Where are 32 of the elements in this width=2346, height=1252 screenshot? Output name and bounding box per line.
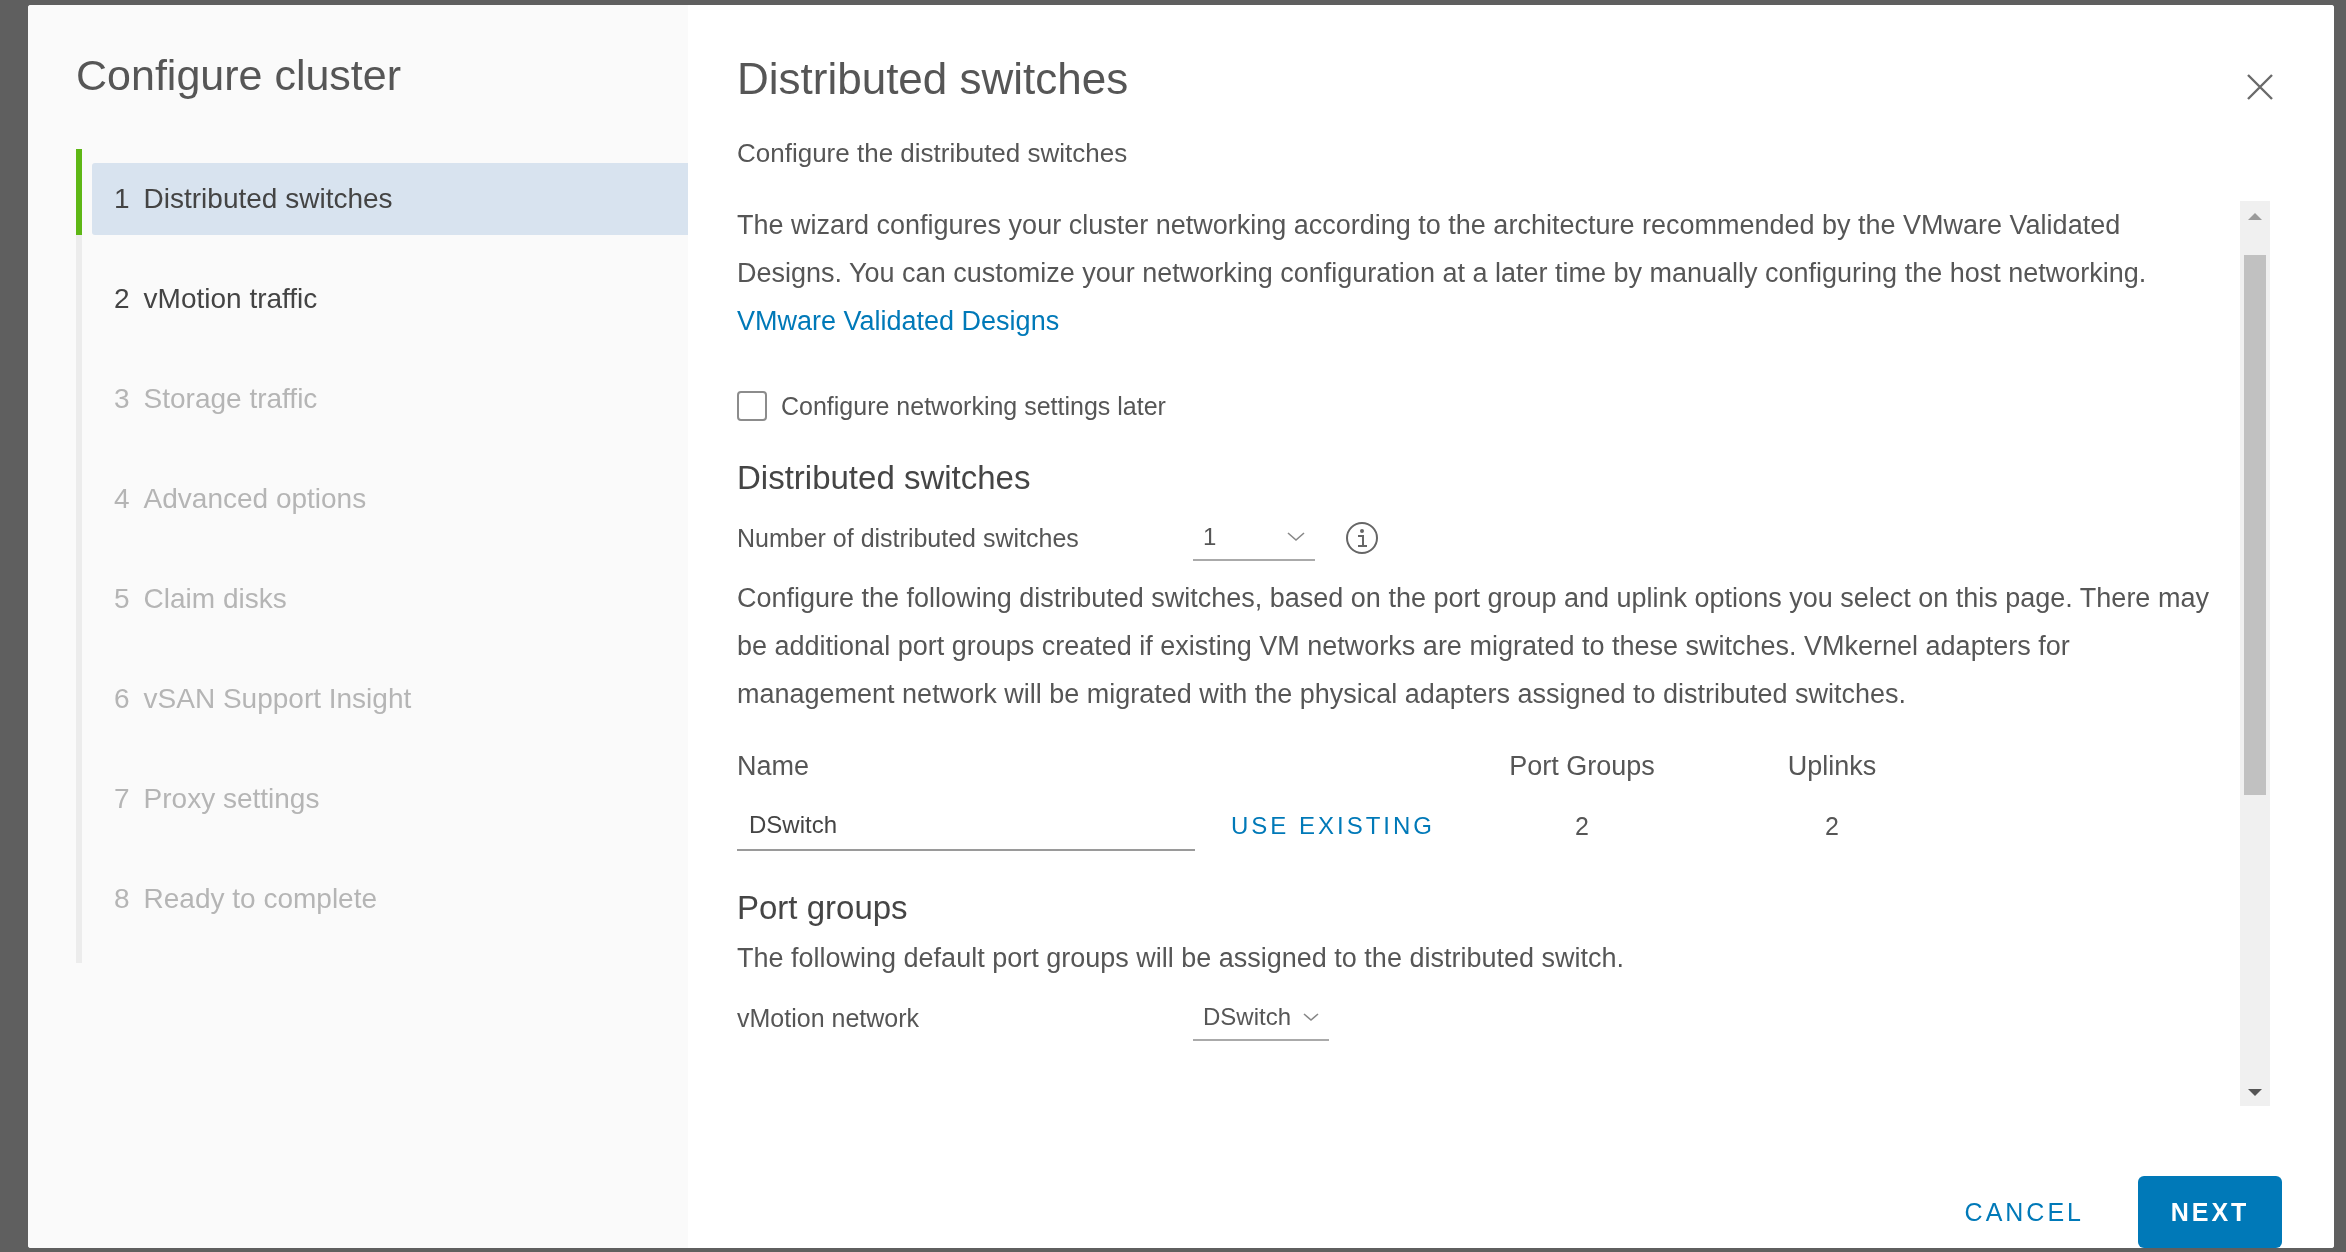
description-text: The following default port groups will be assigned to the distributed switch. — [737, 942, 1625, 975]
switch-dropdown[interactable]: DSwitch — [1193, 995, 1330, 1041]
page-title: Distributed switches — [737, 57, 1129, 101]
column-header: Port Groups — [1508, 750, 1656, 783]
info-icon[interactable] — [1345, 521, 1379, 555]
close-icon[interactable] — [2246, 73, 2274, 101]
column-header: Name — [737, 750, 811, 783]
column-header: Uplinks — [1786, 750, 1878, 783]
intro-text: The wizard configures your cluster networking according to the architecture recommended by the VMware Validated Designs. You can customize your networking configuration at a later time by manually configuring the host networking. VMware Validated Designs — [737, 209, 2148, 338]
switch-count-dropdown[interactable]: 1 — [1193, 515, 1315, 561]
scroll-down-icon[interactable] — [2247, 1088, 2263, 1098]
cancel-button[interactable]: CANCEL — [1944, 1197, 2104, 1227]
validated-designs-link[interactable]: VMware Validated Designs — [737, 306, 1060, 336]
table-cell-text: 2 — [1825, 811, 1839, 842]
chevron-down-icon — [1303, 1012, 1320, 1022]
field-label: vMotion network — [737, 1003, 921, 1034]
description-text: Configure the following distributed switches, based on the port group and uplink options you select on this page. There may be additional port groups created if existing VM networks are migrated to these switches. VMkernel adapters for management network will be migrated with the physical adapters assigned to distributed switches. — [737, 582, 2210, 711]
checkbox-label: Configure networking settings later — [781, 391, 1166, 422]
dialog-title: Configure cluster — [76, 54, 403, 97]
wizard-step[interactable]: 2 vMotion traffic — [92, 263, 688, 335]
use-existing-button[interactable]: USE EXISTING — [1197, 801, 1436, 851]
section-heading: Port groups — [737, 888, 909, 928]
next-button[interactable]: NEXT — [2138, 1176, 2282, 1248]
chevron-down-icon — [1287, 532, 1305, 542]
table-cell-text: 2 — [1575, 811, 1589, 842]
field-label: Number of distributed switches — [737, 523, 1080, 554]
page-subtitle: Configure the distributed switches — [737, 137, 1128, 170]
switch-name-field[interactable]: DSwitch — [737, 801, 1195, 851]
wizard-step[interactable]: 1 Distributed switches — [92, 163, 688, 235]
section-heading: Distributed switches — [737, 458, 1032, 498]
checkbox[interactable] — [737, 391, 767, 421]
scrollbar[interactable] — [2240, 201, 2270, 1106]
